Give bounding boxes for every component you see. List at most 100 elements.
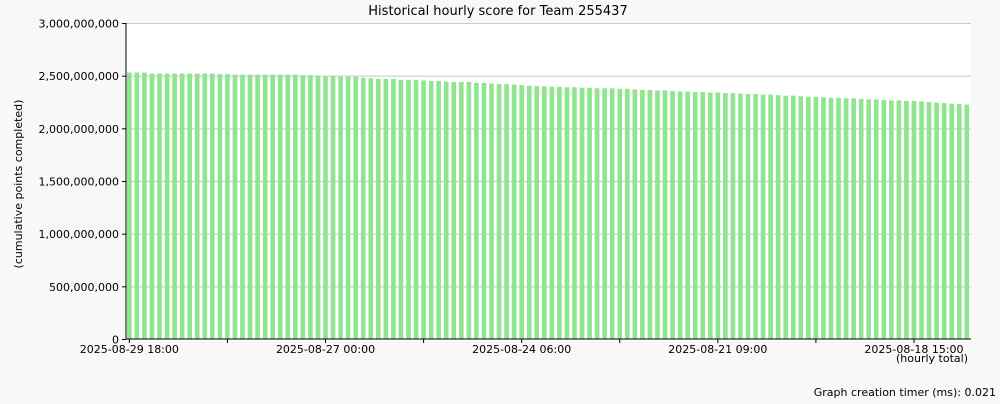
bar — [889, 100, 894, 339]
bar — [315, 75, 321, 340]
chart-container: 0 500,000,000 1,000,000,000 1,500,000,000 2,… — [0, 0, 1000, 400]
y-tick-label: 500,000,000 — [49, 281, 119, 294]
bar — [270, 74, 276, 340]
bar — [179, 73, 185, 339]
bar — [142, 72, 147, 339]
bar — [330, 76, 336, 339]
bar — [300, 75, 306, 339]
bar — [609, 88, 615, 339]
bar — [956, 104, 962, 339]
bar — [534, 86, 540, 339]
bar — [323, 76, 328, 339]
bar — [911, 100, 917, 339]
bar — [640, 89, 645, 339]
bar — [587, 87, 592, 339]
bar — [934, 102, 939, 339]
graph-timer-text: Graph creation timer (ms): 0.021 — [814, 386, 996, 399]
bar — [549, 86, 555, 339]
y-tick-label: 2,500,000,000 — [39, 70, 119, 83]
bar — [926, 102, 932, 339]
bar — [941, 103, 947, 339]
bar — [541, 86, 547, 339]
bar — [873, 99, 879, 340]
bar — [670, 90, 675, 339]
bar — [858, 98, 864, 339]
bar — [662, 90, 668, 339]
bar — [692, 91, 698, 340]
bar — [187, 73, 193, 339]
bar — [157, 73, 162, 339]
bar — [964, 104, 970, 339]
bar — [474, 83, 479, 339]
bar — [843, 98, 849, 339]
bar — [451, 81, 457, 340]
bar — [760, 94, 766, 339]
bar — [338, 76, 343, 339]
bar — [617, 88, 623, 339]
bar — [677, 91, 683, 339]
bar — [700, 91, 706, 340]
bar — [896, 100, 902, 339]
bar — [368, 78, 374, 340]
bar — [127, 72, 132, 339]
bar — [738, 93, 743, 339]
bar — [821, 97, 826, 339]
bar — [421, 80, 426, 339]
x-tick-label: 2025-08-27 00:00 — [276, 343, 375, 356]
bar — [813, 96, 819, 339]
bar — [828, 97, 834, 339]
bar — [511, 84, 517, 340]
x-tick-label: 2025-08-24 06:00 — [472, 343, 571, 356]
bar — [594, 88, 600, 339]
bar — [262, 74, 268, 340]
y-tick-label: 3,000,000,000 — [39, 18, 119, 31]
bar — [564, 87, 570, 339]
bar — [806, 96, 811, 339]
bar — [866, 99, 872, 340]
bar — [753, 94, 758, 339]
bar — [458, 81, 464, 340]
bar — [489, 83, 494, 339]
score-chart: 0500,000,0001,000,000,0001,500,000,0002,… — [0, 0, 1000, 400]
bar — [783, 95, 789, 340]
bar — [149, 73, 155, 339]
y-axis-label: (cumulative points completed) — [12, 100, 25, 269]
bar — [655, 90, 660, 339]
bar — [851, 98, 856, 339]
bar — [919, 101, 924, 339]
bar — [172, 73, 177, 339]
bar — [232, 74, 238, 340]
bar — [443, 81, 449, 340]
bar — [745, 94, 751, 339]
bar — [707, 92, 713, 340]
bar — [579, 87, 585, 339]
bar — [225, 74, 230, 339]
bar — [949, 103, 955, 339]
bar — [436, 80, 442, 340]
bar — [496, 84, 502, 339]
bar — [723, 93, 728, 339]
bar — [406, 79, 411, 339]
bar — [202, 73, 208, 339]
bar — [730, 93, 736, 339]
bar — [134, 72, 140, 339]
bar — [292, 74, 298, 340]
bar — [308, 75, 313, 339]
x-tick-label: 2025-08-29 18:00 — [80, 343, 179, 356]
bar — [383, 78, 389, 339]
bar — [685, 91, 690, 339]
bar — [881, 99, 887, 339]
bar — [602, 88, 607, 339]
bar — [647, 89, 653, 339]
bar — [240, 74, 245, 340]
bar — [375, 78, 381, 339]
bar — [632, 89, 638, 339]
chart-title: Historical hourly score for Team 255437 — [368, 4, 627, 19]
bar — [768, 94, 773, 339]
bar — [504, 84, 509, 339]
bar — [391, 78, 396, 339]
bar — [904, 100, 909, 339]
bar — [398, 79, 404, 339]
bar — [277, 74, 283, 340]
bar — [466, 81, 472, 340]
